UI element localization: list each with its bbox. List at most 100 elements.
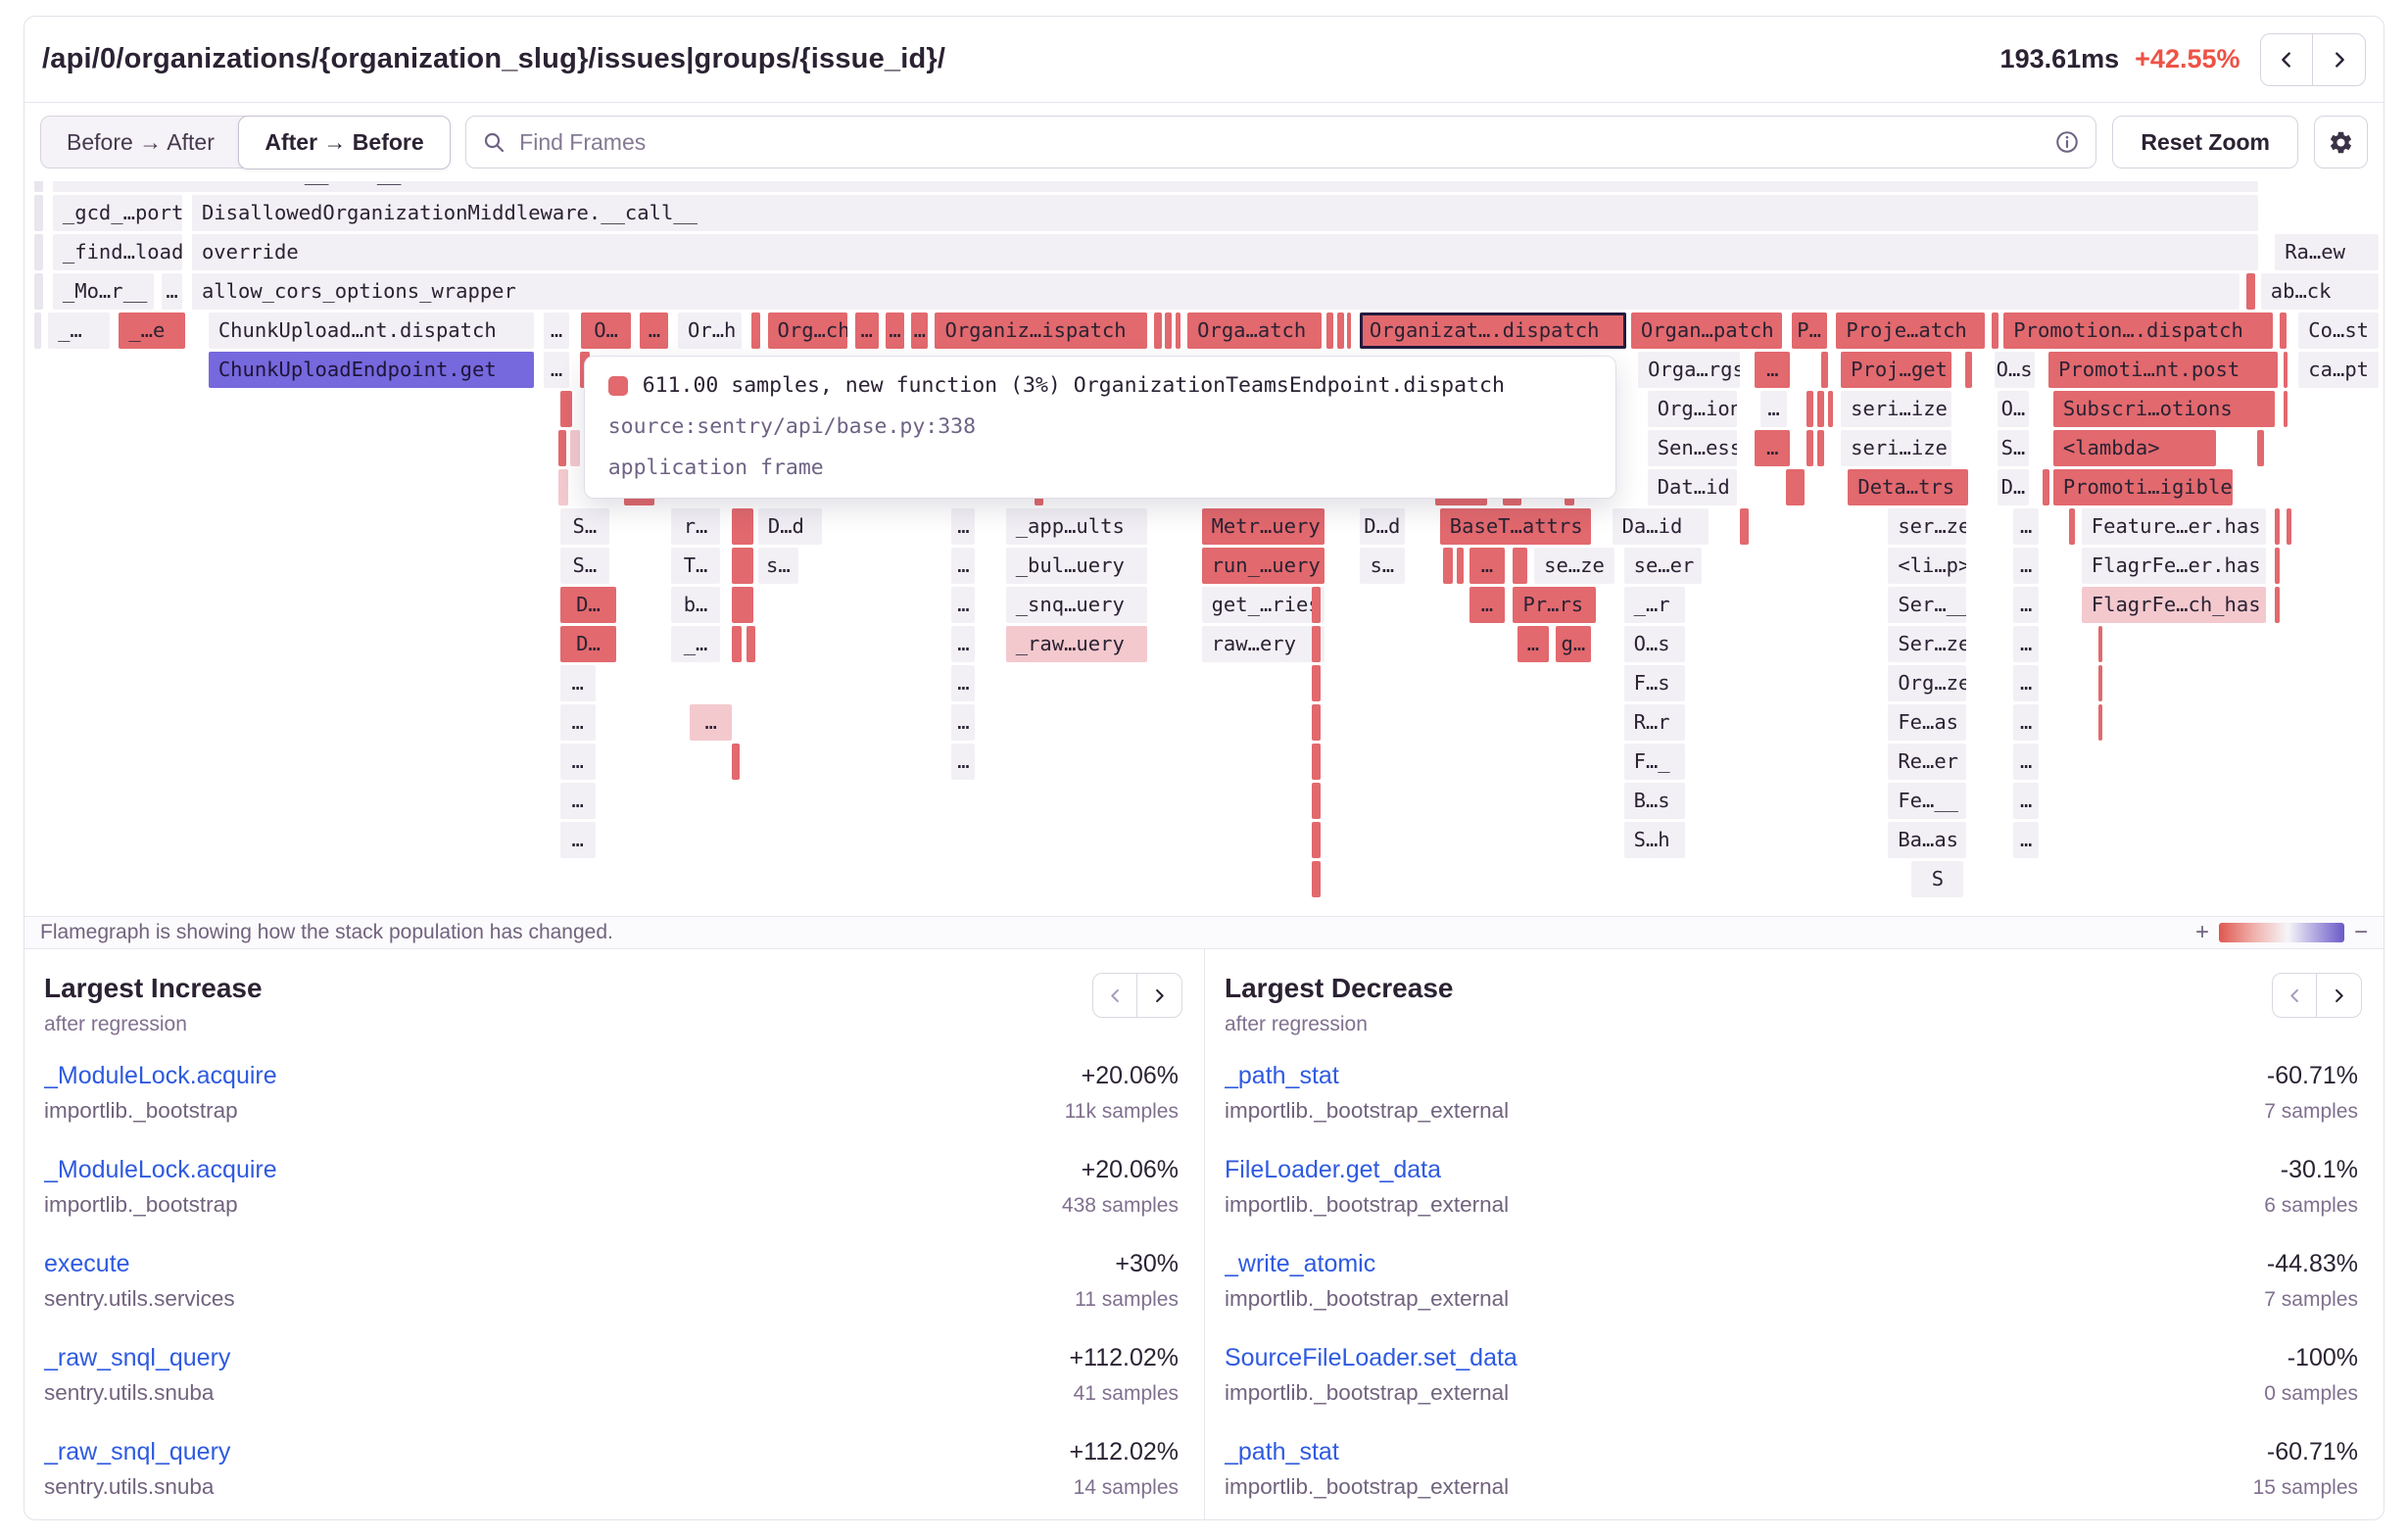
- flame-frame[interactable]: [2284, 352, 2288, 388]
- flame-frame[interactable]: _app…ults: [1006, 508, 1147, 545]
- flame-frame[interactable]: [732, 548, 753, 584]
- flame-frame[interactable]: _raw…uery: [1006, 626, 1147, 662]
- flame-frame[interactable]: …: [2013, 783, 2039, 819]
- flame-frame[interactable]: [1165, 312, 1172, 349]
- decrease-next-button[interactable]: [2316, 973, 2362, 1018]
- flame-frame[interactable]: …: [544, 312, 569, 349]
- flame-frame[interactable]: …: [2013, 587, 2039, 623]
- flame-frame[interactable]: [2257, 430, 2264, 466]
- flame-frame[interactable]: [2098, 704, 2103, 741]
- flame-frame[interactable]: Fe…as: [1888, 704, 1965, 741]
- before-after-toggle[interactable]: Before → After: [41, 117, 240, 168]
- flame-frame[interactable]: _…r: [1624, 587, 1686, 623]
- function-link[interactable]: _raw_snql_query: [44, 1344, 1070, 1372]
- flame-frame[interactable]: P…: [1792, 312, 1827, 349]
- flame-frame[interactable]: [1992, 312, 1999, 349]
- flame-frame[interactable]: D…d: [758, 508, 822, 545]
- flame-frame[interactable]: F…s: [1624, 665, 1686, 701]
- after-before-toggle[interactable]: After → Before: [238, 116, 450, 169]
- flame-frame[interactable]: [1513, 548, 1526, 584]
- flame-frame[interactable]: Ra…ew: [2275, 234, 2379, 270]
- function-link[interactable]: _path_stat: [1225, 1062, 2267, 1090]
- flame-frame[interactable]: [746, 626, 756, 662]
- flame-frame[interactable]: ab…ck: [2261, 273, 2379, 310]
- flame-frame[interactable]: …: [162, 273, 183, 310]
- flame-frame[interactable]: [34, 195, 44, 231]
- flame-frame[interactable]: [1326, 312, 1333, 349]
- flame-frame[interactable]: …: [951, 508, 975, 545]
- function-link[interactable]: _path_stat: [1225, 1438, 2267, 1466]
- search-input[interactable]: [517, 128, 2054, 157]
- flame-frame[interactable]: [1740, 508, 1750, 545]
- flame-frame[interactable]: …: [951, 704, 975, 741]
- flame-frame[interactable]: se…er: [1624, 548, 1702, 584]
- flame-frame[interactable]: Promoti…nt.post: [2048, 352, 2278, 388]
- flame-frame[interactable]: [34, 312, 41, 349]
- flame-frame[interactable]: O…: [1998, 391, 2028, 427]
- flame-frame[interactable]: Proje…atch: [1836, 312, 1985, 349]
- flame-frame[interactable]: [2275, 587, 2280, 623]
- flame-frame[interactable]: …: [2013, 665, 2039, 701]
- flame-frame[interactable]: …: [951, 626, 975, 662]
- flame-frame[interactable]: Re…er: [1888, 744, 1965, 780]
- flame-frame[interactable]: s…: [758, 548, 798, 584]
- function-link[interactable]: _write_atomic: [1225, 1250, 2267, 1278]
- info-icon[interactable]: [2054, 129, 2080, 155]
- flame-frame[interactable]: …: [1760, 391, 1786, 427]
- flame-frame[interactable]: …: [2013, 704, 2039, 741]
- flame-frame[interactable]: O…s: [1624, 626, 1686, 662]
- flame-frame[interactable]: RateLimitMiddleware.__call__: [53, 181, 2258, 192]
- flame-frame[interactable]: [558, 469, 568, 505]
- flame-frame[interactable]: [1806, 430, 1813, 466]
- flame-frame[interactable]: <lambda>: [2053, 430, 2216, 466]
- flame-frame[interactable]: [1965, 352, 1972, 388]
- flame-frame[interactable]: Ba…as: [1888, 822, 1965, 858]
- flame-frame[interactable]: …: [2013, 822, 2039, 858]
- flame-frame[interactable]: …: [1469, 587, 1505, 623]
- flame-frame[interactable]: Ser…__: [1888, 587, 1965, 623]
- function-link[interactable]: _ModuleLock.acquire: [44, 1156, 1082, 1184]
- flame-frame[interactable]: _…: [48, 312, 110, 349]
- flame-frame[interactable]: …: [951, 665, 975, 701]
- flame-frame[interactable]: Feature…er.has: [2082, 508, 2266, 545]
- flame-frame[interactable]: [2287, 508, 2291, 545]
- flame-frame[interactable]: S…: [560, 548, 610, 584]
- flame-frame[interactable]: ChunkUploadEndpoint.get: [209, 352, 534, 388]
- flame-frame[interactable]: [558, 430, 565, 466]
- flame-frame[interactable]: Co…st: [2298, 312, 2379, 349]
- flame-frame[interactable]: _find…load: [53, 234, 182, 270]
- flame-frame[interactable]: ChunkUpload…nt.dispatch: [209, 312, 534, 349]
- flame-frame[interactable]: …: [560, 665, 596, 701]
- flame-frame[interactable]: [1821, 352, 1828, 388]
- flame-frame[interactable]: [34, 234, 44, 270]
- flame-frame[interactable]: [1312, 822, 1322, 858]
- flame-frame[interactable]: Org…ion: [1648, 391, 1738, 427]
- flame-frame[interactable]: seri…ize: [1841, 391, 1951, 427]
- flame-frame[interactable]: D…d: [1360, 508, 1405, 545]
- flame-frame[interactable]: Orga…rgs: [1638, 352, 1740, 388]
- flame-frame[interactable]: [1312, 587, 1322, 623]
- flame-frame[interactable]: …: [886, 312, 904, 349]
- flame-frame[interactable]: Organ…patch: [1631, 312, 1782, 349]
- next-transaction-button[interactable]: [2312, 33, 2366, 86]
- flame-frame[interactable]: D…: [560, 626, 617, 662]
- flame-frame[interactable]: [560, 391, 572, 427]
- flame-frame[interactable]: O…s: [1995, 352, 2035, 388]
- flame-frame[interactable]: BaseT…attrs: [1440, 508, 1591, 545]
- flame-frame[interactable]: [1312, 626, 1322, 662]
- flame-frame[interactable]: [2043, 469, 2049, 505]
- flame-frame[interactable]: [1312, 704, 1322, 741]
- flame-frame[interactable]: [732, 508, 753, 545]
- flame-frame[interactable]: …: [911, 312, 928, 349]
- flame-frame[interactable]: …: [640, 312, 668, 349]
- function-link[interactable]: FileLoader.get_data: [1225, 1156, 2281, 1184]
- flame-frame[interactable]: …: [1517, 626, 1548, 662]
- flame-frame[interactable]: g…: [1556, 626, 1591, 662]
- flame-frame[interactable]: S…h: [1624, 822, 1686, 858]
- flame-frame[interactable]: [732, 587, 753, 623]
- flame-frame[interactable]: …: [560, 822, 596, 858]
- flame-frame[interactable]: [1312, 744, 1322, 780]
- flame-frame[interactable]: …: [2013, 508, 2039, 545]
- flame-frame[interactable]: [1457, 548, 1464, 584]
- flame-frame[interactable]: _Mo…r__: [53, 273, 155, 310]
